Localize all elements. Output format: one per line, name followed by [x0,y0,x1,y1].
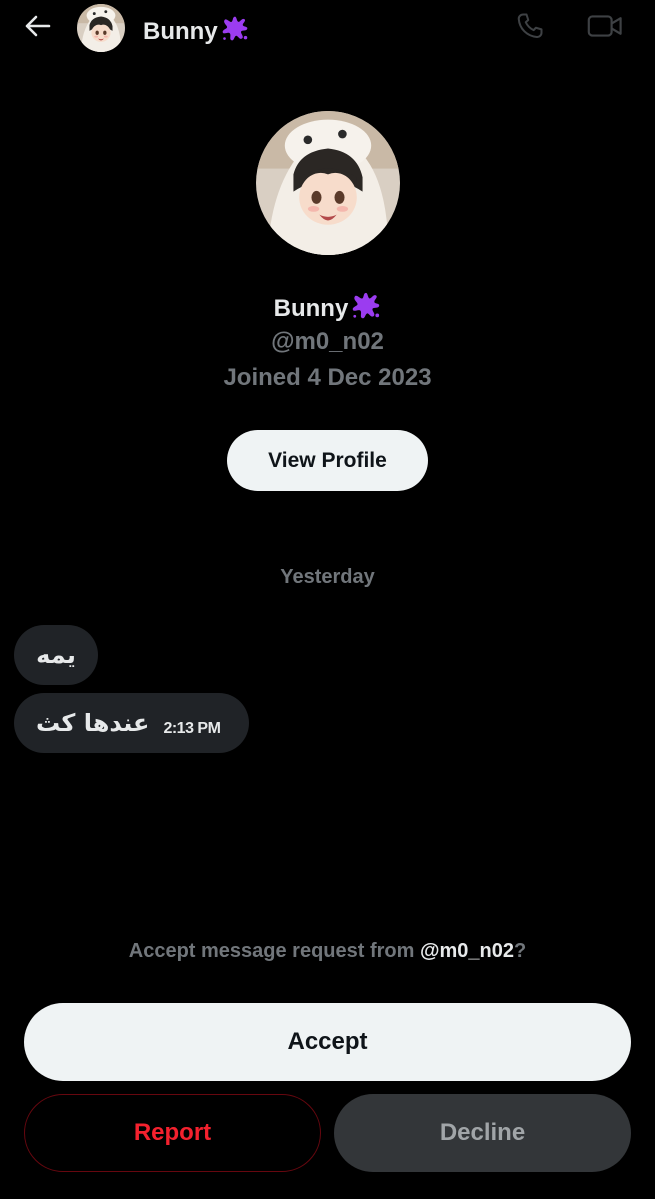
back-button[interactable] [18,10,56,46]
profile-title: Bunny [0,290,655,327]
accept-button[interactable]: Accept [24,1003,631,1081]
video-call-button[interactable] [585,10,625,46]
profile-handle: @m0_n02 [271,328,384,355]
purple-splat-emoji-icon [351,290,381,327]
header-title[interactable]: Bunny [143,14,249,49]
header-avatar[interactable] [77,4,125,52]
purple-splat-emoji-icon [221,14,249,49]
view-profile-button[interactable]: View Profile [227,430,428,491]
profile-joined-date: Joined 4 Dec 2023 [223,364,432,391]
top-bar: Bunny [0,0,655,56]
report-button[interactable]: Report [24,1094,321,1172]
message-bubble[interactable]: عندها كث 2:13 PM [14,693,249,753]
decline-button[interactable]: Decline [334,1094,631,1172]
message-text: عندها كث [36,709,150,737]
request-prompt-handle[interactable]: @m0_n02 [420,940,514,962]
message-timestamp: 2:13 PM [163,720,221,737]
request-prompt-suffix: ? [514,940,527,962]
profile-avatar[interactable] [256,111,400,255]
header-display-name: Bunny [143,17,218,45]
phone-icon [515,11,545,46]
message-bubble[interactable]: يمه [14,625,98,685]
message-request-prompt: Accept message request from @m0_n02? [0,940,655,963]
video-camera-icon [587,12,623,45]
call-button[interactable] [512,10,548,46]
date-divider: Yesterday [280,566,375,588]
request-prompt-prefix: Accept message request from [128,940,420,962]
arrow-left-icon [23,14,51,43]
profile-display-name: Bunny [273,294,349,322]
message-text: يمه [36,641,76,669]
